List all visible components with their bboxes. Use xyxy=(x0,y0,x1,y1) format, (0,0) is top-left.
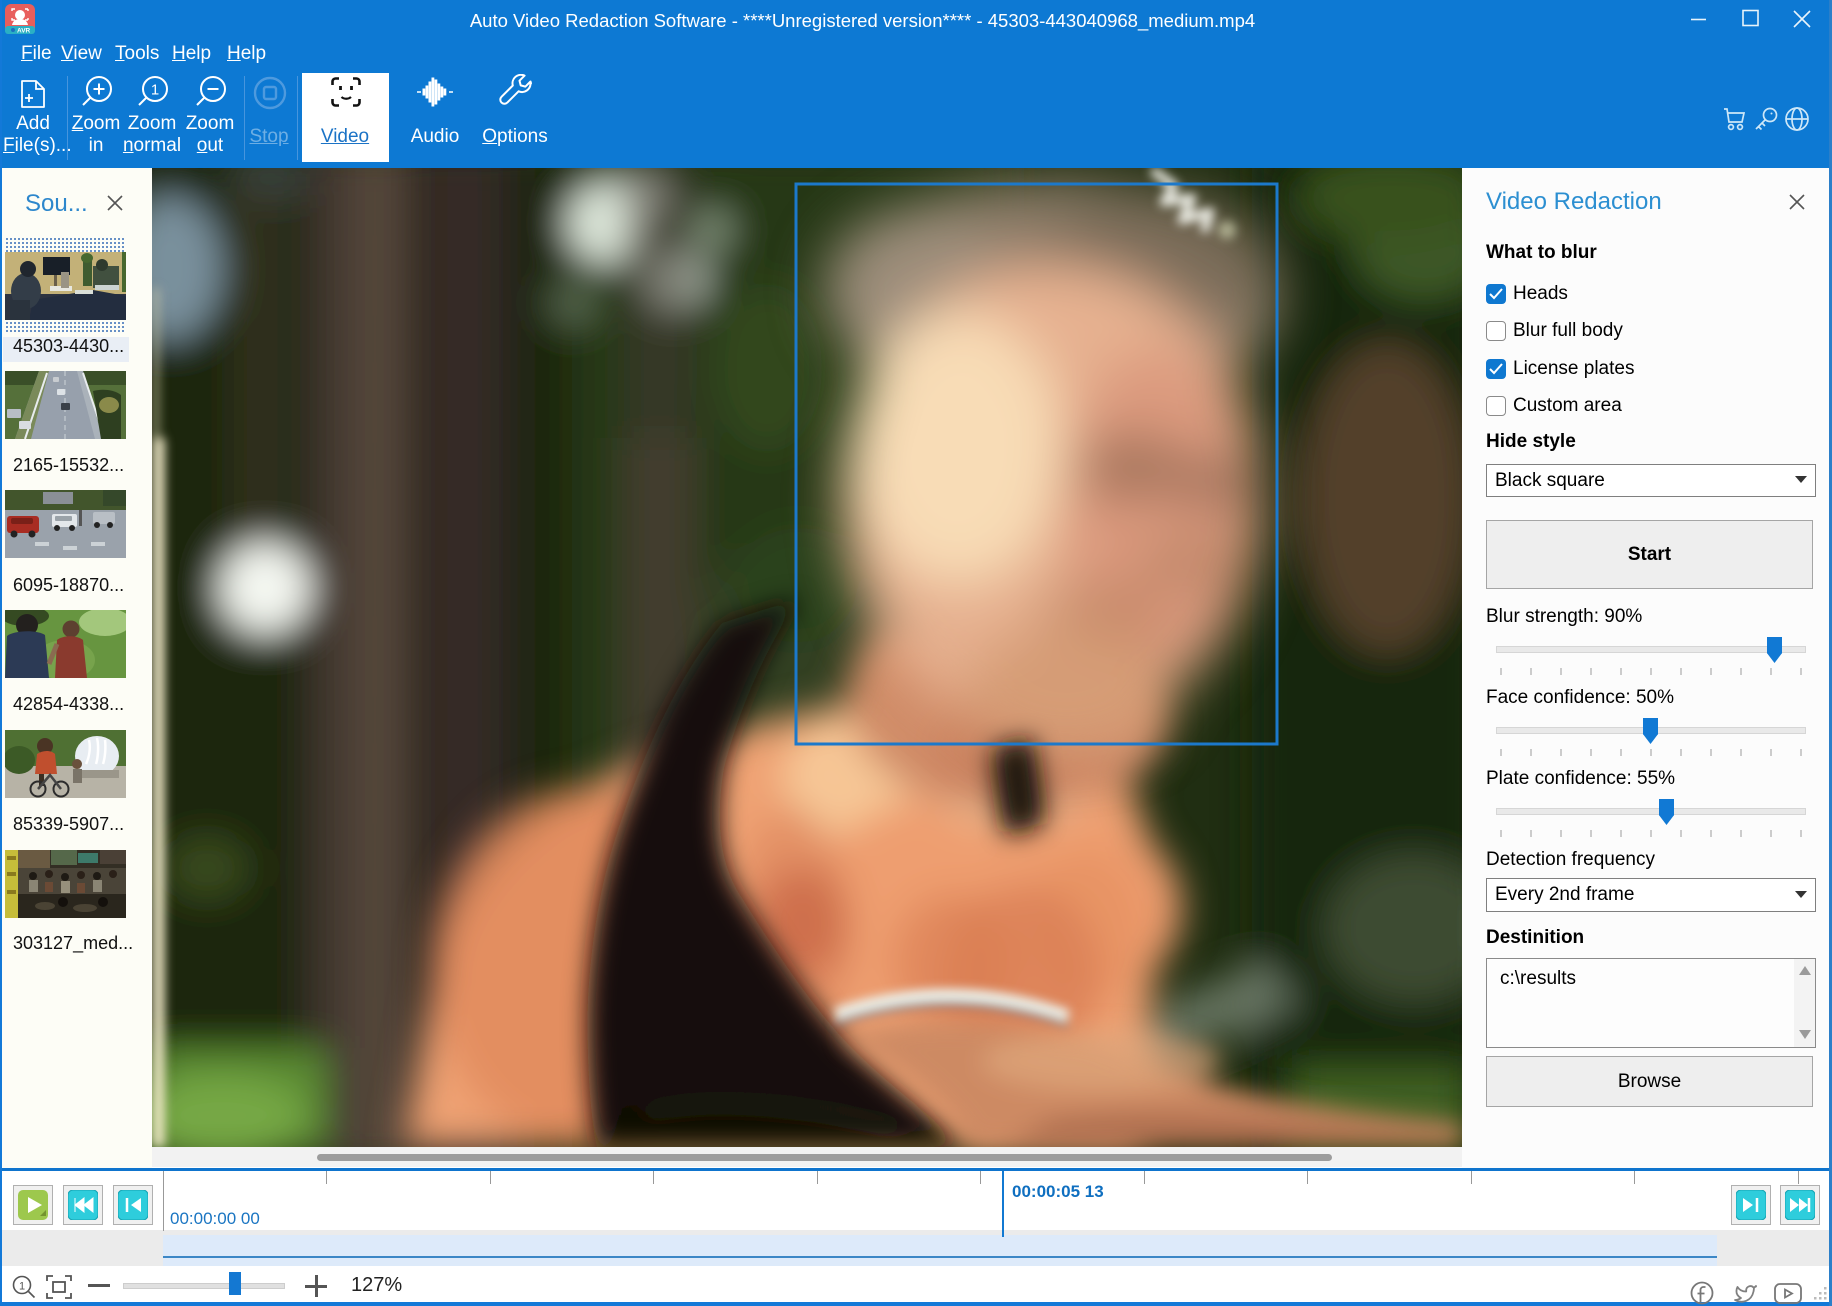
svg-text:1: 1 xyxy=(19,1281,25,1293)
svg-text:AVR: AVR xyxy=(17,28,31,35)
svg-text:1: 1 xyxy=(151,82,159,99)
